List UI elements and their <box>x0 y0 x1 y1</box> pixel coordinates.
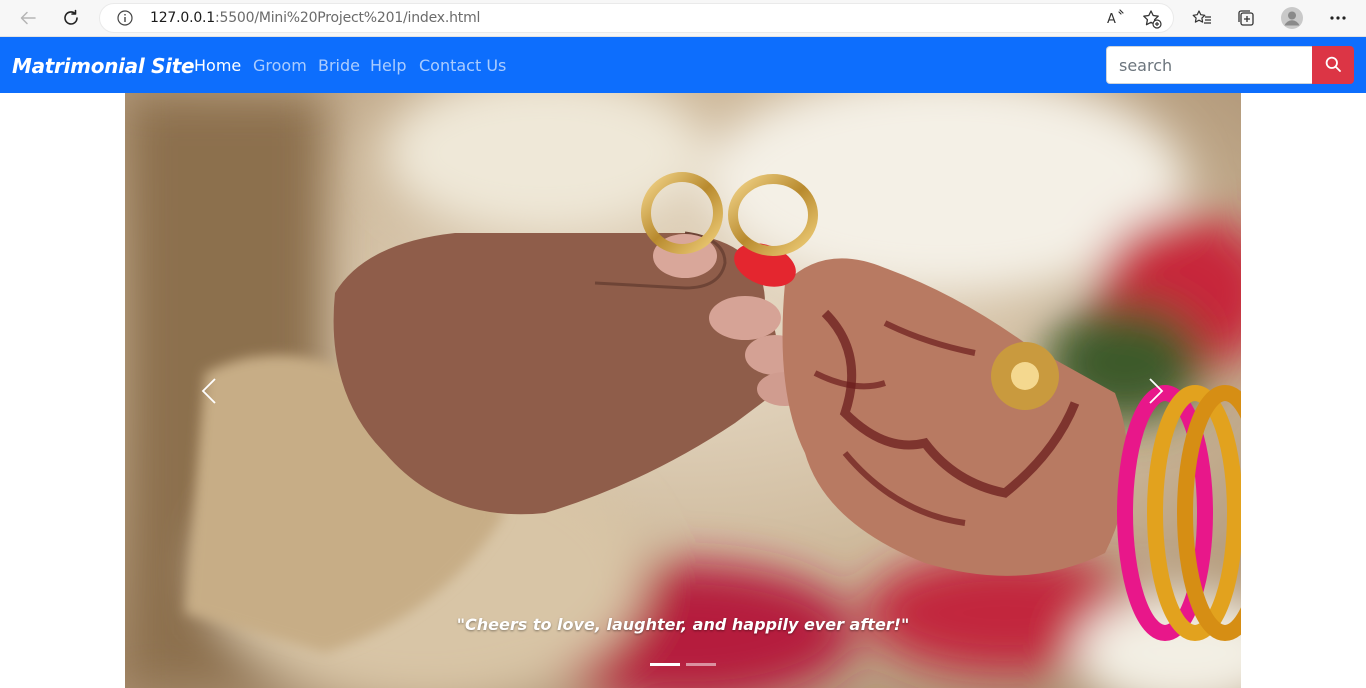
more-icon[interactable] <box>1324 5 1352 31</box>
svg-text:A: A <box>1107 12 1116 27</box>
nav-home[interactable]: Home <box>194 56 241 75</box>
address-bar[interactable]: 127.0.0.1:5500/Mini%20Project%201/index.… <box>99 3 1174 33</box>
wedding-rings-photo <box>125 93 1241 688</box>
carousel-caption: "Cheers to love, laughter, and happily e… <box>456 615 910 634</box>
carousel-indicators <box>650 663 716 666</box>
info-icon[interactable] <box>117 10 133 31</box>
url-text: 127.0.0.1:5500/Mini%20Project%201/index.… <box>150 10 480 26</box>
chevron-right-icon <box>1148 377 1164 410</box>
search-icon <box>1325 56 1341 75</box>
url-path: :5500/Mini%20Project%201/index.html <box>215 10 481 26</box>
hero-carousel: "Cheers to love, laughter, and happily e… <box>125 93 1241 688</box>
add-favorite-icon[interactable] <box>1142 9 1162 34</box>
nav-contact-us[interactable]: Contact Us <box>419 56 506 75</box>
carousel-indicator-1[interactable] <box>650 663 680 666</box>
brand-logo[interactable]: Matrimonial Site <box>12 54 195 78</box>
carousel-indicator-2[interactable] <box>686 663 716 666</box>
url-host: 127.0.0.1 <box>150 10 215 26</box>
nav-help[interactable]: Help <box>370 56 406 75</box>
back-icon[interactable] <box>14 4 42 32</box>
browser-toolbar: 127.0.0.1:5500/Mini%20Project%201/index.… <box>0 0 1366 37</box>
favorites-icon[interactable] <box>1188 5 1216 31</box>
carousel-next-button[interactable] <box>1136 373 1176 413</box>
nav-bride[interactable]: Bride <box>318 56 360 75</box>
site-navbar: Matrimonial Site Home Groom Bride Help C… <box>0 37 1366 93</box>
refresh-icon[interactable] <box>57 4 85 32</box>
collections-icon[interactable] <box>1232 5 1260 31</box>
search-input[interactable] <box>1106 46 1313 84</box>
nav-groom[interactable]: Groom <box>253 56 307 75</box>
search-button[interactable] <box>1312 46 1354 84</box>
chevron-left-icon <box>201 377 217 410</box>
carousel-prev-button[interactable] <box>189 373 229 413</box>
profile-icon[interactable] <box>1278 5 1306 31</box>
read-aloud-icon[interactable]: A <box>1106 9 1126 32</box>
